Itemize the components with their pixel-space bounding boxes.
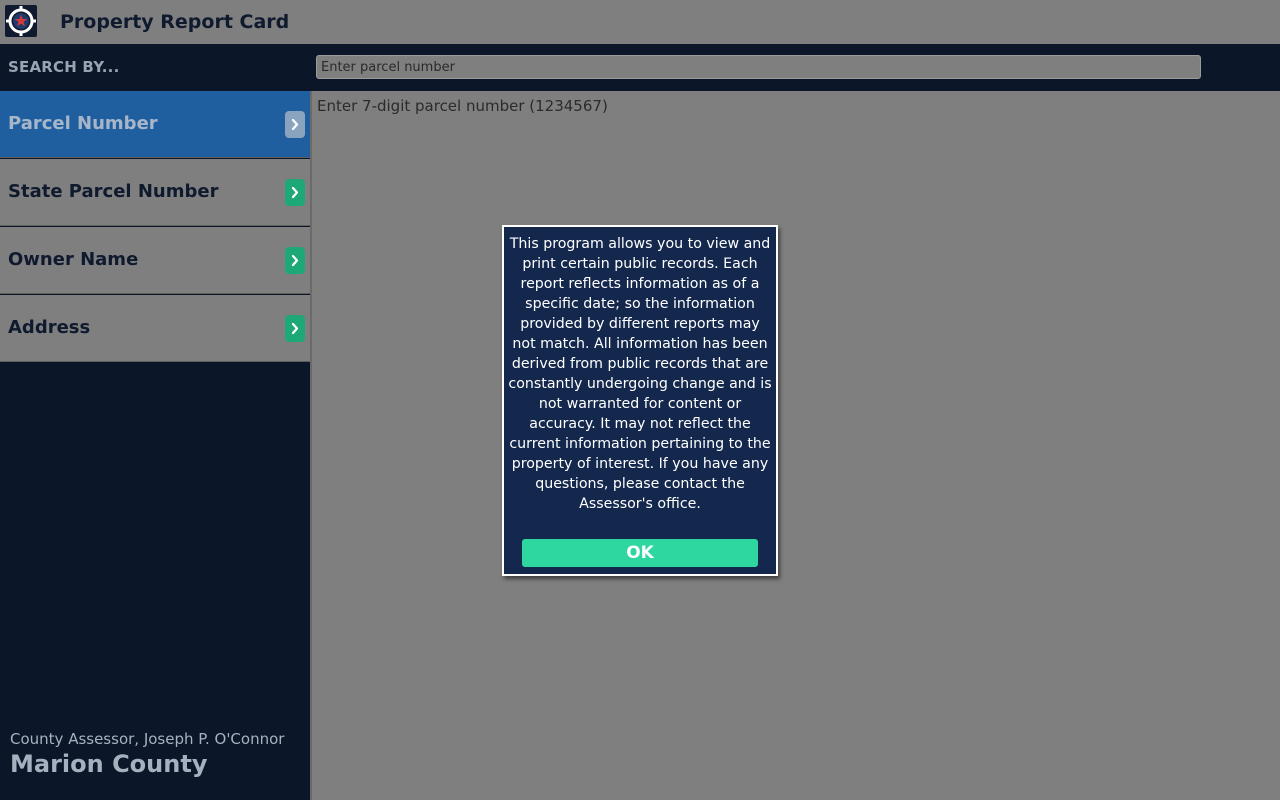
chevron-right-icon[interactable] — [285, 315, 305, 342]
app-title: Property Report Card — [60, 11, 290, 33]
disclaimer-dialog: This program allows you to view and prin… — [502, 225, 778, 576]
chevron-right-icon[interactable] — [285, 247, 305, 274]
chevron-right-icon[interactable] — [285, 179, 305, 206]
sidebar-item-label: Address — [8, 317, 91, 338]
search-strip: SEARCH BY... — [0, 44, 1280, 91]
sidebar-item-label: Owner Name — [8, 249, 139, 270]
sidebar-item-state-parcel-number[interactable]: State Parcel Number — [0, 159, 310, 226]
top-bar: Property Report Card — [0, 0, 1280, 44]
sidebar-item-parcel-number[interactable]: Parcel Number — [0, 91, 310, 158]
search-by-label: SEARCH BY... — [8, 58, 120, 76]
sidebar-item-label: Parcel Number — [8, 113, 158, 134]
county-star-seal-icon — [5, 5, 37, 37]
county-name: Marion County — [10, 750, 208, 778]
content-divider — [310, 91, 312, 800]
chevron-right-icon[interactable] — [285, 111, 305, 138]
parcel-number-search-input[interactable] — [316, 55, 1201, 79]
ok-button[interactable]: OK — [522, 539, 758, 567]
sidebar-item-label: State Parcel Number — [8, 181, 219, 202]
county-assessor-name: County Assessor, Joseph P. O'Connor — [10, 730, 285, 748]
sidebar-item-owner-name[interactable]: Owner Name — [0, 227, 310, 294]
parcel-number-hint: Enter 7-digit parcel number (1234567) — [317, 97, 608, 115]
disclaimer-message: This program allows you to view and prin… — [508, 236, 772, 512]
sidebar-item-address[interactable]: Address — [0, 295, 310, 362]
sidebar: Parcel Number State Parcel Number Owner … — [0, 91, 310, 800]
